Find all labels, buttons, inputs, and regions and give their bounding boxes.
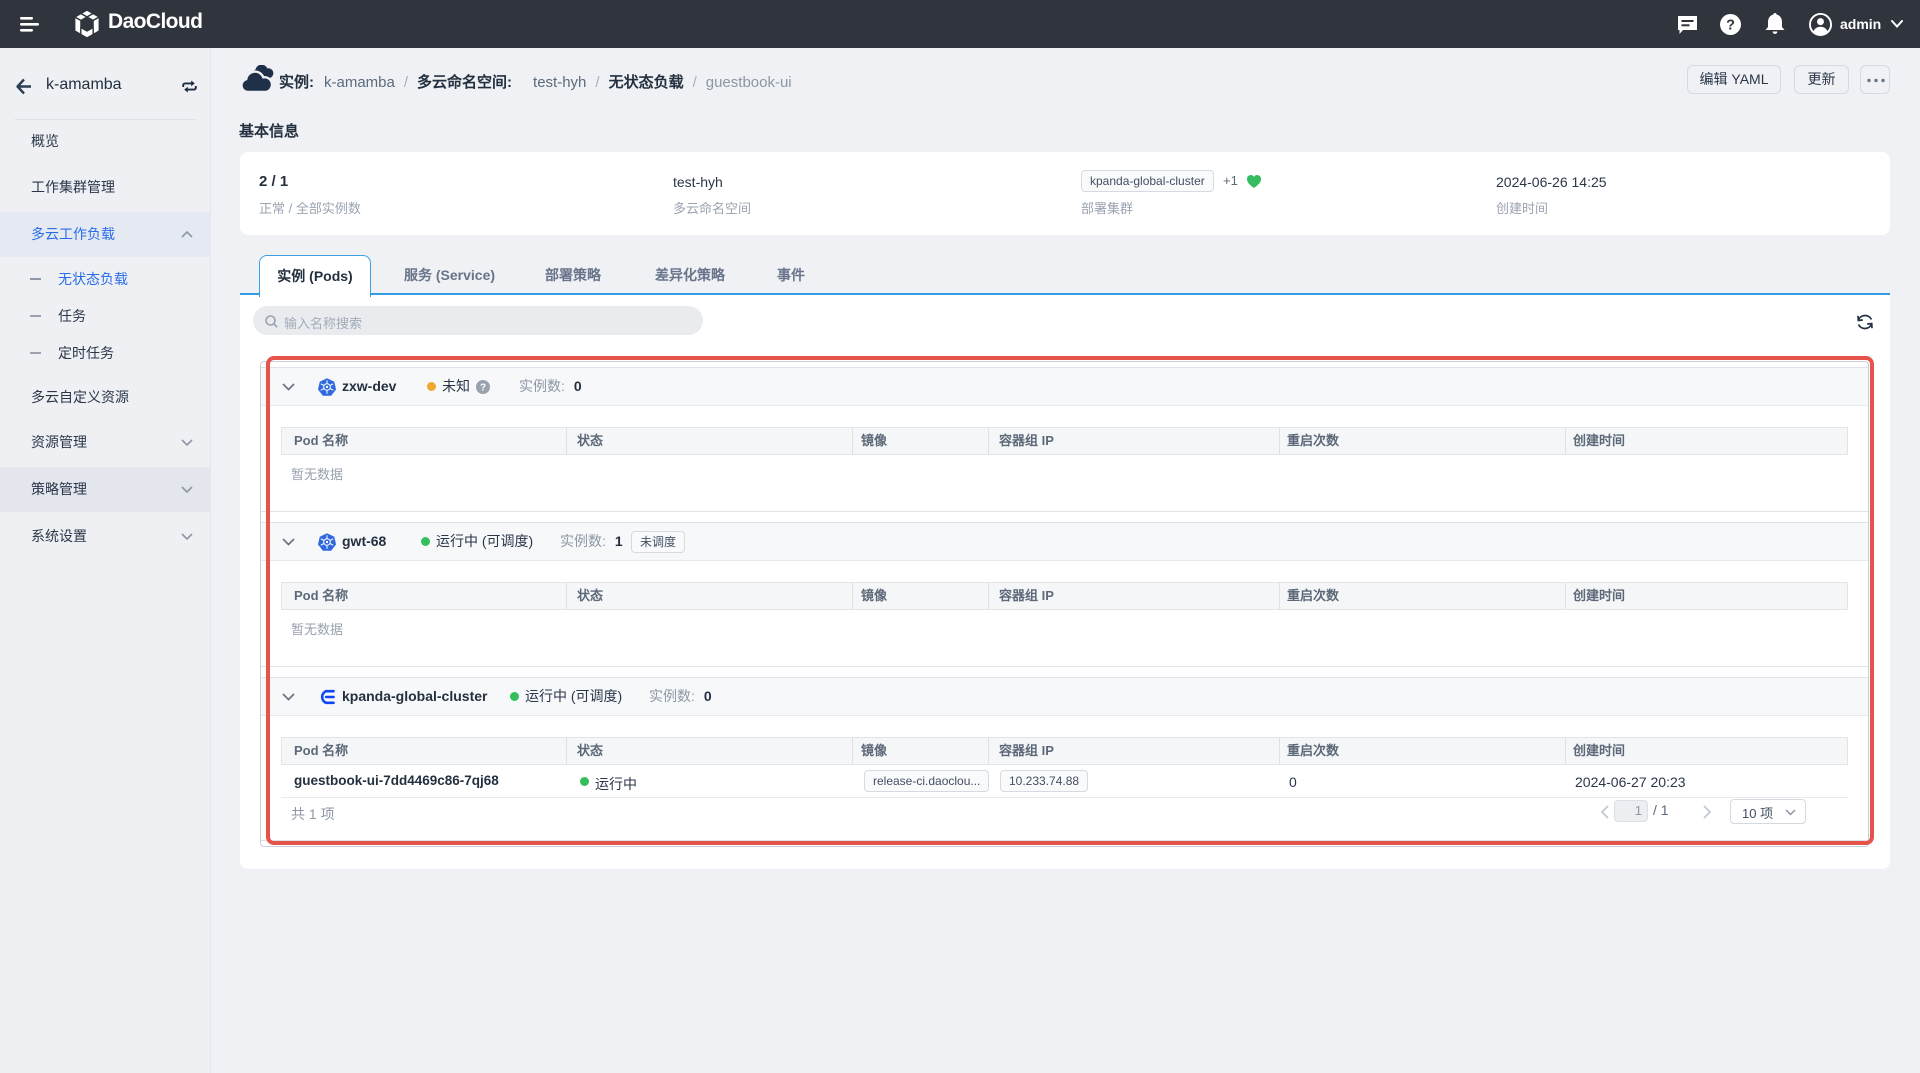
svg-text:?: ? [1726,18,1735,34]
svg-text:?: ? [480,383,486,394]
